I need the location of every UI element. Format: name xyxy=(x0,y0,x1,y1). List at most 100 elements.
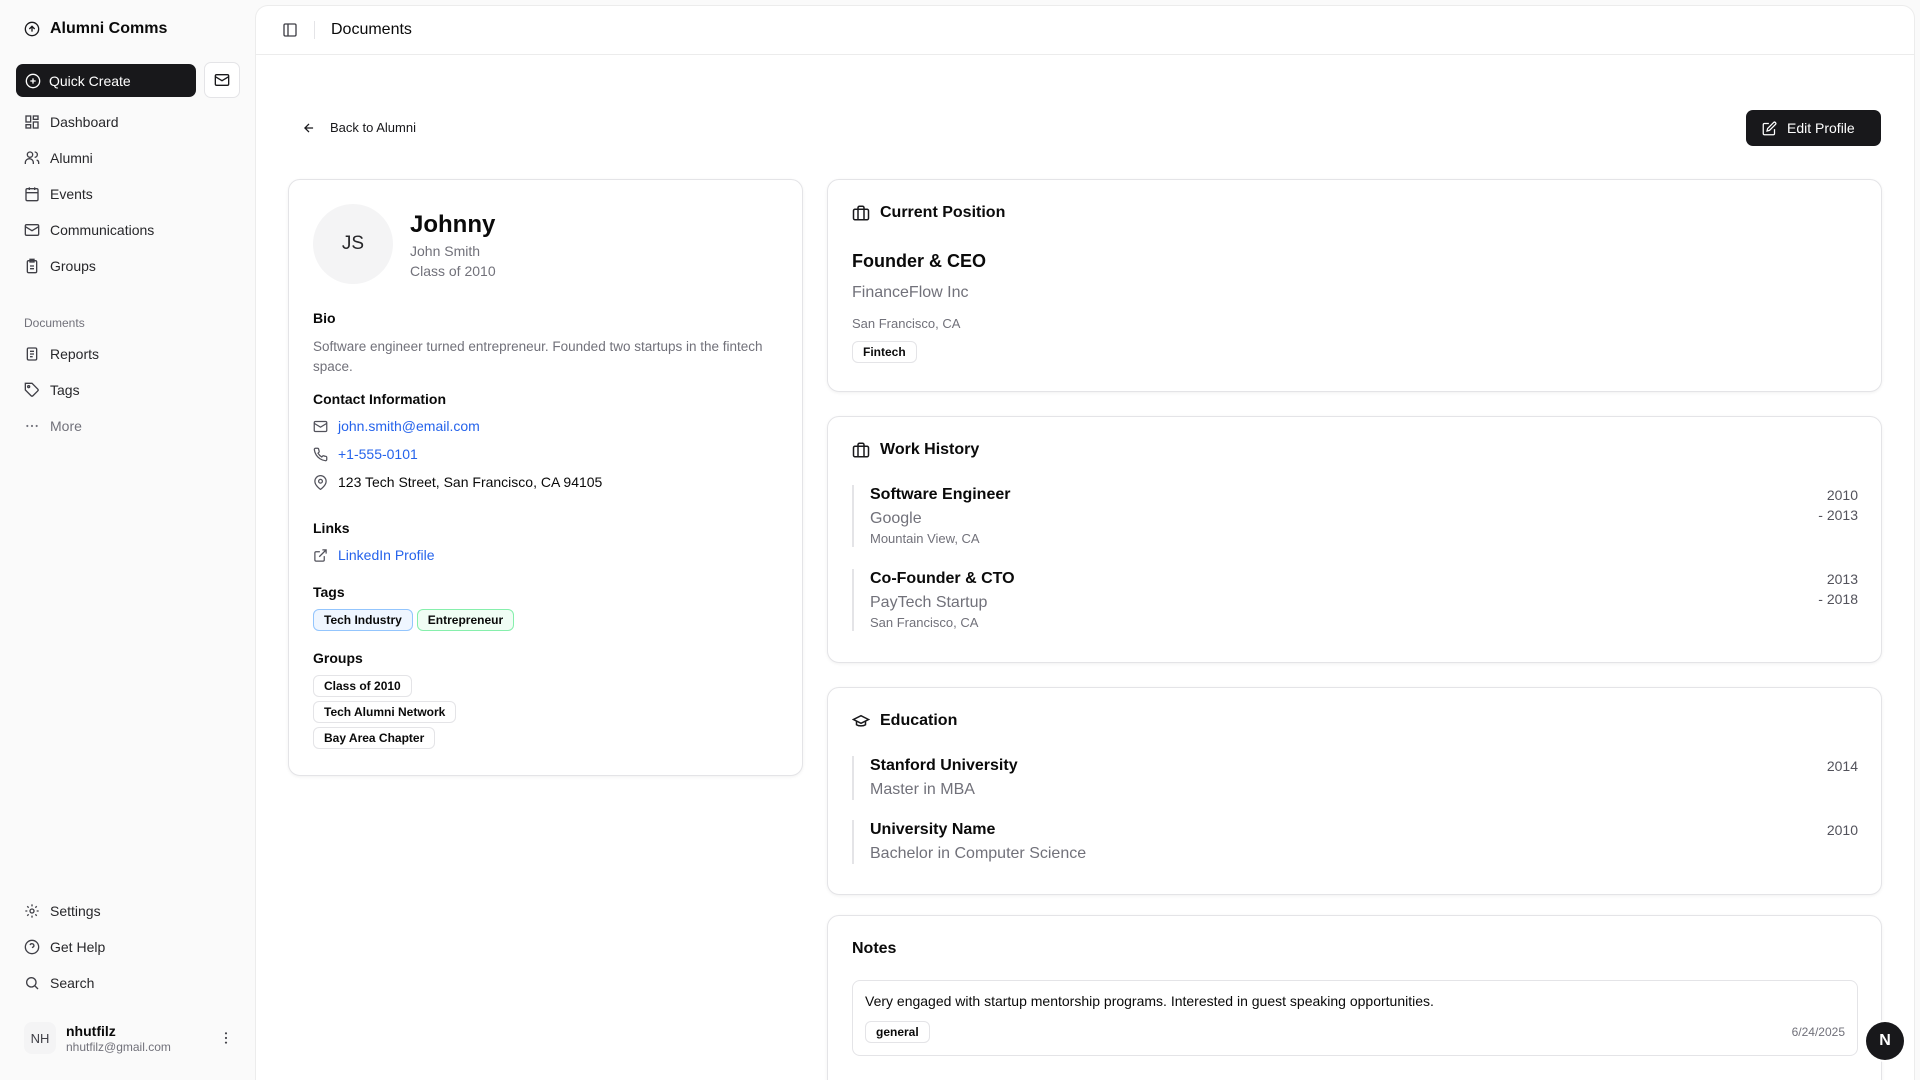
job-start: 2010 xyxy=(1826,487,1858,503)
tag-badge: Tech Industry xyxy=(313,609,413,631)
school-name: Stanford University xyxy=(870,757,1018,774)
sidebar-item-communications[interactable]: Communications xyxy=(24,222,154,238)
work-history-card: Work History Software Engineer Google Mo… xyxy=(827,416,1882,663)
sidebar-item-label: Reports xyxy=(50,346,100,362)
sidebar-item-settings[interactable]: Settings xyxy=(24,903,101,919)
linkedin-link[interactable]: LinkedIn Profile xyxy=(313,547,435,563)
contact-heading: Contact Information xyxy=(313,391,446,407)
quick-create-button[interactable]: Quick Create xyxy=(16,64,196,97)
sidebar-item-label: Tags xyxy=(50,382,80,398)
sidebar-toggle-icon[interactable] xyxy=(282,22,298,38)
quick-create-label: Quick Create xyxy=(49,72,131,89)
school-name: University Name xyxy=(870,821,996,838)
more-vertical-icon[interactable] xyxy=(218,1030,234,1046)
mail-icon xyxy=(214,74,230,86)
user-menu[interactable]: NH nhutfilz nhutfilz@gmail.com xyxy=(24,1022,234,1054)
phone-icon xyxy=(313,447,328,461)
sidebar-item-tags[interactable]: Tags xyxy=(24,382,80,398)
graduation-year: 2014 xyxy=(1826,758,1858,774)
search-icon xyxy=(26,977,39,990)
education-item: University Name Bachelor in Computer Sci… xyxy=(852,820,1858,864)
divider xyxy=(314,21,315,39)
users-icon xyxy=(24,151,40,164)
job-title: Co-Founder & CTO xyxy=(870,570,1015,587)
sidebar-item-groups[interactable]: Groups xyxy=(24,258,96,274)
job-location: San Francisco, CA xyxy=(870,615,979,630)
card-heading-label: Work History xyxy=(880,441,980,458)
mail-icon xyxy=(24,224,40,236)
position-title: Founder & CEO xyxy=(852,251,986,271)
sidebar-item-label: More xyxy=(50,418,82,434)
avatar: JS xyxy=(313,204,393,284)
sidebar-item-label: Settings xyxy=(50,903,101,919)
help-circle-icon xyxy=(24,939,40,955)
sidebar-item-get-help[interactable]: Get Help xyxy=(24,939,105,955)
job-company: PayTech Startup xyxy=(870,594,988,611)
graduation-cap-icon xyxy=(852,714,870,727)
profile-name: Johnny xyxy=(410,211,496,238)
topbar: Documents xyxy=(256,6,1914,55)
degree: Bachelor in Computer Science xyxy=(870,845,1087,862)
sidebar-item-reports[interactable]: Reports xyxy=(24,346,99,362)
briefcase-icon xyxy=(852,205,870,221)
sidebar-item-search[interactable]: Search xyxy=(24,975,94,991)
sidebar-item-dashboard[interactable]: Dashboard xyxy=(24,114,119,130)
user-name: nhutfilz xyxy=(66,1022,116,1039)
card-heading: Work History xyxy=(852,441,979,459)
job-title: Software Engineer xyxy=(870,486,1011,503)
job-start: 2013 xyxy=(1826,571,1858,587)
edit-profile-button[interactable]: Edit Profile xyxy=(1746,110,1881,146)
inbox-button[interactable] xyxy=(204,62,240,98)
links-heading: Links xyxy=(313,520,350,536)
main-panel: Documents Back to Alumni Edit Profile JS… xyxy=(256,6,1914,1080)
degree: Master in MBA xyxy=(870,781,975,798)
graduation-year: 2010 xyxy=(1826,822,1858,838)
briefcase-icon xyxy=(852,442,870,458)
linkedin-label[interactable]: LinkedIn Profile xyxy=(338,547,435,563)
tag-badge: Entrepreneur xyxy=(416,609,515,631)
back-to-alumni-link[interactable]: Back to Alumni xyxy=(302,120,416,135)
arrow-left-icon xyxy=(304,122,314,133)
notes-card: Notes Very engaged with startup mentorsh… xyxy=(827,915,1882,1080)
bio-heading: Bio xyxy=(313,310,336,326)
report-icon xyxy=(26,347,38,361)
sidebar-item-events[interactable]: Events xyxy=(24,186,93,202)
card-heading: Education xyxy=(852,712,957,730)
contact-email[interactable]: john.smith@email.com xyxy=(313,418,480,434)
sidebar-item-label: Groups xyxy=(50,258,96,274)
note-text: Very engaged with startup mentorship pro… xyxy=(865,993,1434,1009)
position-location: San Francisco, CA xyxy=(852,316,961,331)
back-label: Back to Alumni xyxy=(330,120,416,135)
floating-assistant-button[interactable]: N xyxy=(1866,1022,1904,1060)
gear-icon xyxy=(25,904,39,918)
more-horizontal-icon xyxy=(26,424,38,428)
job-location: Mountain View, CA xyxy=(870,531,980,546)
card-heading-label: Notes xyxy=(852,940,897,957)
brand[interactable]: Alumni Comms xyxy=(24,20,167,38)
sidebar-item-label: Alumni xyxy=(50,150,93,166)
tag-icon xyxy=(24,382,39,397)
card-heading-label: Current Position xyxy=(880,204,1006,221)
sidebar-item-label: Search xyxy=(50,975,95,991)
industry-badge: Fintech xyxy=(852,341,917,363)
dashboard-icon xyxy=(25,115,39,129)
education-card: Education Stanford University Master in … xyxy=(827,687,1882,895)
phone-link[interactable]: +1-555-0101 xyxy=(338,446,418,462)
calendar-icon xyxy=(25,187,39,202)
profile-class: Class of 2010 xyxy=(410,263,496,279)
email-link[interactable]: john.smith@email.com xyxy=(338,418,480,434)
brand-name: Alumni Comms xyxy=(50,20,168,37)
sidebar-item-label: Events xyxy=(50,186,93,202)
group-badge: Bay Area Chapter xyxy=(313,727,436,749)
bio-text: Software engineer turned entrepreneur. F… xyxy=(313,339,763,374)
clipboard-icon xyxy=(26,258,38,274)
job-end: - 2018 xyxy=(1818,591,1858,607)
profile-full-name: John Smith xyxy=(410,243,481,259)
card-heading: Notes xyxy=(852,940,896,958)
group-badge: Class of 2010 xyxy=(313,675,412,697)
current-position-card: Current Position Founder & CEO FinanceFl… xyxy=(827,179,1882,392)
contact-phone[interactable]: +1-555-0101 xyxy=(313,446,418,462)
sidebar-item-more[interactable]: More xyxy=(24,418,82,434)
documents-section-label: Documents xyxy=(24,316,85,330)
sidebar-item-alumni[interactable]: Alumni xyxy=(24,150,93,166)
